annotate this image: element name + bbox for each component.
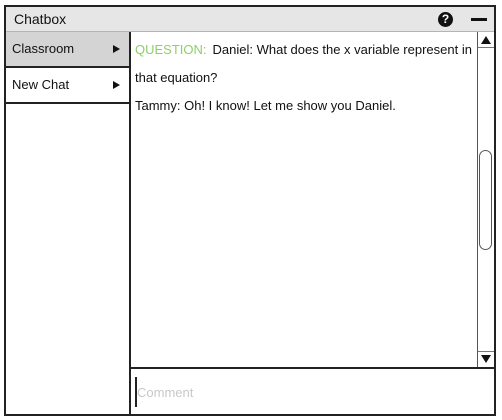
scrollbar-thumb[interactable]: [479, 150, 492, 250]
message-text: Tammy: Oh! I know! Let me show you Danie…: [135, 98, 396, 113]
comment-input[interactable]: [135, 377, 487, 407]
sidebar-item-label: Classroom: [12, 41, 75, 56]
sidebar-item-new-chat[interactable]: New Chat: [6, 68, 129, 104]
question-tag: QUESTION:: [135, 42, 207, 57]
message-list: QUESTION: Daniel: What does the x variabl…: [135, 36, 475, 120]
sidebar-item-classroom[interactable]: Classroom: [6, 32, 129, 68]
scroll-down-arrow-icon[interactable]: [481, 355, 491, 363]
message-item: Tammy: Oh! I know! Let me show you Danie…: [135, 92, 475, 120]
vertical-scrollbar[interactable]: [477, 32, 494, 367]
sidebar: Classroom New Chat: [6, 32, 131, 414]
message-item: QUESTION: Daniel: What does the x variabl…: [135, 36, 475, 92]
scroll-up-divider: [478, 47, 494, 48]
chatbox-window: Chatbox ? Classroom New Chat QUESTION: Da…: [4, 5, 496, 416]
scroll-down-divider: [478, 351, 494, 352]
chevron-right-icon: [113, 45, 120, 53]
chat-messages-area: QUESTION: Daniel: What does the x variabl…: [131, 32, 494, 369]
minimize-icon[interactable]: [471, 18, 487, 21]
chevron-right-icon: [113, 81, 120, 89]
scroll-up-arrow-icon[interactable]: [481, 36, 491, 44]
sidebar-item-label: New Chat: [12, 77, 70, 92]
title-bar: Chatbox ?: [6, 7, 494, 32]
help-icon[interactable]: ?: [438, 12, 453, 27]
comment-box: [131, 371, 494, 414]
window-title: Chatbox: [14, 11, 67, 27]
